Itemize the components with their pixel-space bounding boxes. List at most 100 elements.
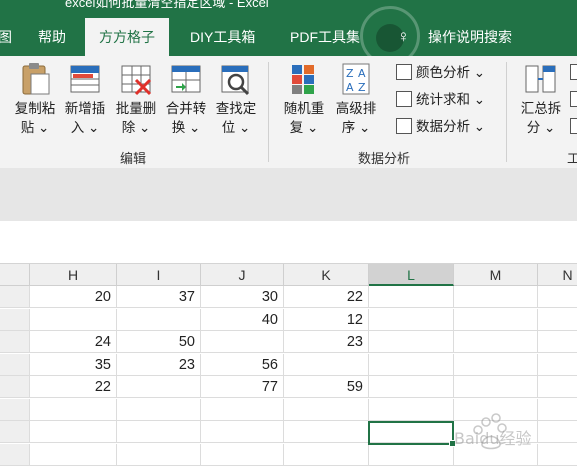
cell-k-row1[interactable]: 22: [284, 286, 369, 308]
cell-m-row1[interactable]: [454, 286, 538, 308]
column-header-n[interactable]: N: [538, 264, 577, 286]
cell-j-row3[interactable]: [201, 331, 284, 353]
cell-l-row3[interactable]: [369, 331, 454, 353]
cell-h-row2[interactable]: [30, 308, 117, 331]
random-repeat-button[interactable]: 随机重 复 ⌄: [279, 62, 329, 137]
select-all-corner[interactable]: [0, 264, 30, 286]
partial-icon[interactable]: [570, 89, 577, 111]
stat-sum-button[interactable]: 统计求和 ⌄: [396, 89, 485, 111]
color-analysis-button[interactable]: 颜色分析 ⌄: [396, 62, 485, 84]
cell-j-row4[interactable]: 56: [201, 353, 284, 376]
partial-icon[interactable]: [570, 62, 577, 84]
tab-fangfanggezi[interactable]: 方方格子: [85, 18, 169, 56]
cell-j-row8[interactable]: [201, 443, 284, 466]
active-cell-selection[interactable]: [368, 421, 456, 447]
merge-convert-button[interactable]: 合并转 换 ⌄: [161, 62, 211, 137]
cell-i-row7[interactable]: [117, 421, 201, 443]
stat-sum-icon: [396, 91, 412, 108]
svg-text:Z: Z: [346, 67, 354, 80]
tab-help[interactable]: 帮助: [38, 18, 66, 56]
cell-l-row6[interactable]: [369, 398, 454, 421]
button-label: 数据分析 ⌄: [416, 119, 486, 134]
cell-k-row8[interactable]: [284, 443, 369, 466]
insert-button[interactable]: 新增插 入 ⌄: [60, 62, 110, 137]
cell-k-row2[interactable]: 12: [284, 308, 369, 331]
summary-icon: [523, 62, 559, 96]
cell-k-row4[interactable]: [284, 353, 369, 376]
button-label: 位 ⌄: [221, 120, 251, 135]
row-header[interactable]: [0, 308, 30, 331]
title-bar: excel如何批量清空指定区域 - Excel: [0, 0, 577, 18]
summary-split-button[interactable]: 汇总拆 分 ⌄: [516, 62, 566, 137]
cell-i-row4[interactable]: 23: [117, 353, 201, 376]
cell-n-row5[interactable]: [538, 376, 577, 398]
column-header-l[interactable]: L: [369, 264, 454, 286]
column-header-k[interactable]: K: [284, 264, 369, 286]
cell-i-row3[interactable]: 50: [117, 331, 201, 353]
cell-j-row1[interactable]: 30: [201, 286, 284, 308]
cell-k-row3[interactable]: 23: [284, 331, 369, 353]
row-header[interactable]: [0, 286, 30, 308]
cell-j-row2[interactable]: 40: [201, 308, 284, 331]
find-locate-button[interactable]: 查找定 位 ⌄: [211, 62, 261, 137]
cell-j-row6[interactable]: [201, 398, 284, 421]
column-header-i[interactable]: I: [117, 264, 201, 286]
formula-bar[interactable]: [0, 221, 577, 264]
cell-i-row6[interactable]: [117, 398, 201, 421]
row-header[interactable]: [0, 353, 30, 376]
cell-k-row6[interactable]: [284, 398, 369, 421]
cell-l-row5[interactable]: [369, 376, 454, 398]
row-header[interactable]: [0, 398, 30, 421]
cell-l-row2[interactable]: [369, 308, 454, 331]
cell-n-row4[interactable]: [538, 354, 577, 376]
cell-k-row5[interactable]: 59: [284, 376, 369, 398]
cell-h-row1[interactable]: 20: [30, 286, 117, 308]
cell-l-row1[interactable]: [369, 286, 454, 308]
batch-delete-button[interactable]: 批量删 除 ⌄: [111, 62, 161, 137]
tab-diy-toolbox[interactable]: DIY工具箱: [190, 18, 255, 56]
svg-text:Z: Z: [358, 81, 366, 94]
row-header[interactable]: [0, 331, 30, 353]
data-analysis-button[interactable]: 数据分析 ⌄: [396, 116, 485, 138]
advanced-sort-button[interactable]: Z A A Z 高级排 序 ⌄: [331, 62, 381, 137]
cell-h-row8[interactable]: [30, 443, 117, 466]
cell-n-row3[interactable]: [538, 331, 577, 353]
partial-tool-icon: [570, 64, 577, 81]
cell-i-row1[interactable]: 37: [117, 286, 201, 308]
row-header[interactable]: [0, 421, 30, 443]
copy-paste-button[interactable]: 复制粘 贴 ⌄: [10, 62, 60, 137]
tell-me-search[interactable]: 操作说明搜索: [428, 18, 512, 56]
cell-m-row3[interactable]: [454, 331, 538, 353]
svg-text:A: A: [346, 81, 354, 94]
row-header[interactable]: [0, 376, 30, 398]
cell-h-row3[interactable]: 24: [30, 331, 117, 353]
button-label: 汇总拆: [520, 101, 562, 116]
cell-i-row5[interactable]: [117, 376, 201, 398]
column-header-h[interactable]: H: [30, 264, 117, 286]
cell-i-row8[interactable]: [117, 443, 201, 466]
tab-pdf-toolset[interactable]: PDF工具集: [290, 18, 360, 56]
cell-h-row4[interactable]: 35: [30, 353, 117, 376]
cell-m-row4[interactable]: [454, 353, 538, 376]
cell-k-row7[interactable]: [284, 421, 369, 443]
cell-n-row1[interactable]: [538, 286, 577, 308]
button-label: 贴 ⌄: [20, 120, 50, 135]
cell-j-row7[interactable]: [201, 421, 284, 443]
cell-h-row5[interactable]: 22: [30, 376, 117, 398]
partial-icon[interactable]: [570, 116, 577, 138]
cell-h-row7[interactable]: [30, 421, 117, 443]
column-header-j[interactable]: J: [201, 264, 284, 286]
lightbulb-icon[interactable]: ♀: [397, 18, 410, 56]
column-header-m[interactable]: M: [454, 264, 538, 286]
row-header[interactable]: [0, 443, 30, 466]
cell-l-row8[interactable]: [369, 443, 454, 466]
tab-view[interactable]: 图: [0, 18, 12, 56]
cell-j-row5[interactable]: 77: [201, 376, 284, 398]
cell-i-row2[interactable]: [117, 308, 201, 331]
cell-m-row5[interactable]: [454, 376, 538, 398]
insert-rows-icon: [67, 62, 103, 96]
cell-m-row2[interactable]: [454, 308, 538, 331]
cell-n-row2[interactable]: [538, 309, 577, 331]
cell-h-row6[interactable]: [30, 398, 117, 421]
cell-l-row4[interactable]: [369, 353, 454, 376]
